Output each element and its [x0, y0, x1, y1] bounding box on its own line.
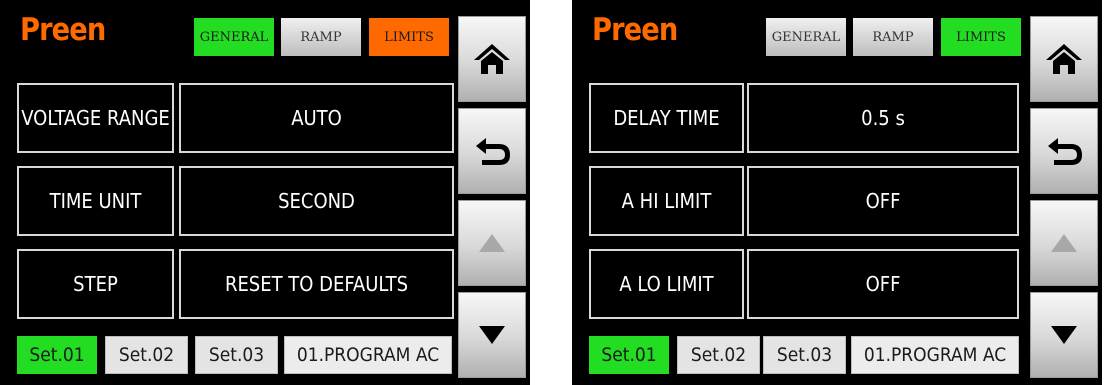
value-a-lo-limit[interactable]: OFF	[747, 249, 1019, 319]
down-arrow-icon	[479, 326, 505, 344]
set-01-button[interactable]: Set.01	[589, 336, 669, 374]
up-arrow-icon	[1051, 234, 1077, 252]
down-arrow-icon	[1051, 326, 1077, 344]
label-voltage-range: VOLTAGE RANGE	[17, 83, 174, 153]
back-button[interactable]	[458, 108, 526, 194]
home-icon	[1046, 44, 1082, 74]
back-button[interactable]	[1030, 108, 1098, 194]
value-a-hi-limit[interactable]: OFF	[747, 166, 1019, 236]
set-02-button[interactable]: Set.02	[105, 336, 188, 374]
right-screen: Preen GENERAL RAMP LIMITS DELAY TIME 0.5…	[572, 0, 1102, 385]
set-01-button[interactable]: Set.01	[17, 336, 97, 374]
back-icon	[1048, 138, 1082, 165]
set-02-button[interactable]: Set.02	[677, 336, 760, 374]
set-03-button[interactable]: Set.03	[763, 336, 846, 374]
tab-ramp[interactable]: RAMP	[853, 18, 933, 56]
left-screen: Preen GENERAL RAMP LIMITS VOLTAGE RANGE …	[0, 0, 530, 385]
tab-general[interactable]: GENERAL	[194, 18, 274, 56]
tab-limits[interactable]: LIMITS	[941, 18, 1021, 56]
label-step: STEP	[17, 249, 174, 319]
label-a-lo-limit: A LO LIMIT	[589, 249, 744, 319]
brand-logo: Preen	[592, 12, 678, 48]
scroll-down-button[interactable]	[458, 292, 526, 378]
home-button[interactable]	[458, 16, 526, 102]
tab-general[interactable]: GENERAL	[766, 18, 846, 56]
set-03-button[interactable]: Set.03	[195, 336, 278, 374]
label-time-unit: TIME UNIT	[17, 166, 174, 236]
home-button[interactable]	[1030, 16, 1098, 102]
brand-logo: Preen	[20, 12, 106, 48]
scroll-up-button[interactable]	[458, 200, 526, 286]
scroll-down-button[interactable]	[1030, 292, 1098, 378]
value-time-unit[interactable]: SECOND	[179, 166, 454, 236]
program-selector[interactable]: 01.PROGRAM AC	[284, 336, 452, 374]
up-arrow-icon	[479, 234, 505, 252]
home-icon	[474, 44, 510, 74]
label-a-hi-limit: A HI LIMIT	[589, 166, 744, 236]
scroll-up-button[interactable]	[1030, 200, 1098, 286]
value-voltage-range[interactable]: AUTO	[179, 83, 454, 153]
tab-ramp[interactable]: RAMP	[281, 18, 361, 56]
value-reset-defaults[interactable]: RESET TO DEFAULTS	[179, 249, 454, 319]
tab-limits[interactable]: LIMITS	[369, 18, 449, 56]
program-selector[interactable]: 01.PROGRAM AC	[851, 336, 1019, 374]
label-delay-time: DELAY TIME	[589, 83, 744, 153]
value-delay-time[interactable]: 0.5 s	[747, 83, 1019, 153]
back-icon	[476, 138, 510, 165]
